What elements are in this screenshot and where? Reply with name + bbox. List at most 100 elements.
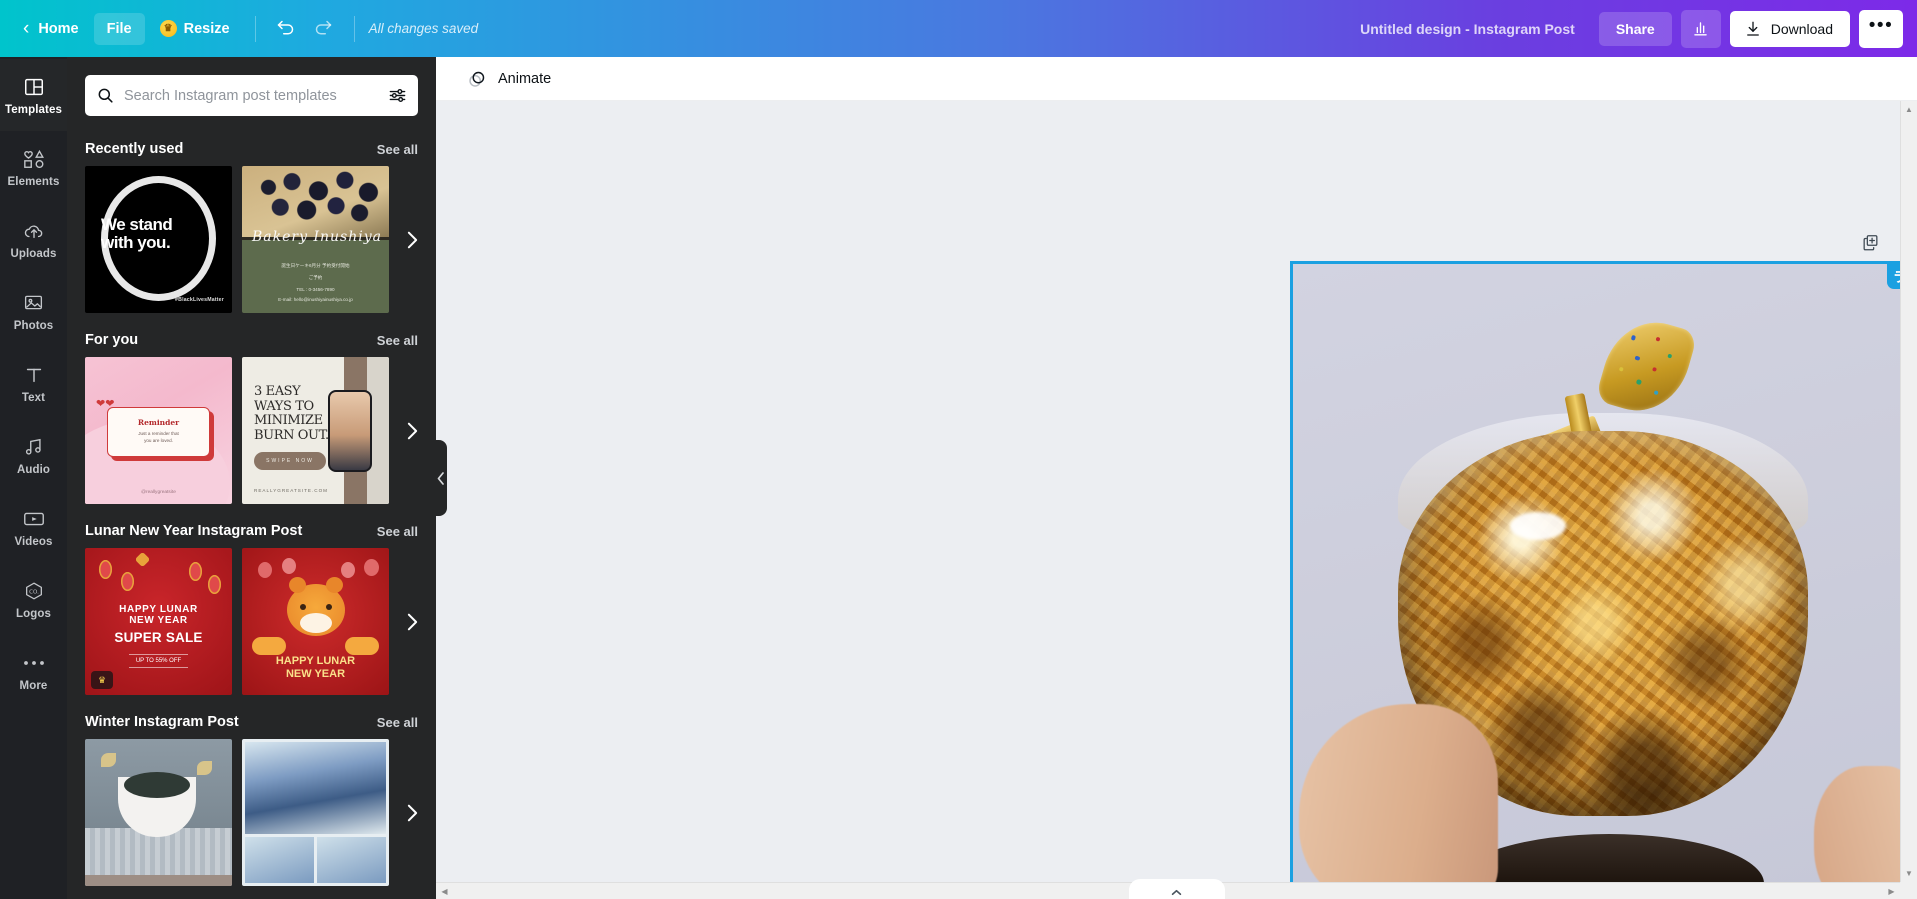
apple-leaf [1594, 310, 1698, 423]
template-thumb-bakery-inushiya[interactable]: Bakery Inushiya 誕生日ケーキ6月分 予約受付開始 ご予約 TEL… [242, 166, 389, 313]
sidebar-label-uploads: Uploads [10, 247, 57, 260]
thumb-sub: Just a reminder that you are loved. [108, 431, 209, 445]
see-all-winter[interactable]: See all [377, 715, 418, 730]
apple-highlight [1510, 512, 1566, 540]
sidebar-label-templates: Templates [5, 103, 62, 116]
next-arrow-lunar-new-year[interactable] [399, 602, 425, 642]
top-bar: ‹ Home File ♛ Resize All changes saved U… [0, 0, 1917, 57]
lantern-icon [258, 562, 272, 578]
home-button[interactable]: ‹ Home [10, 11, 92, 46]
thumb-jp4: E-mail: hello@inushiyainushiya.co.jp [278, 296, 353, 302]
template-thumb-winter-mountain-collage[interactable] [242, 739, 389, 886]
back-chevron-icon: ‹ [23, 18, 30, 39]
duplicate-page-icon [1863, 234, 1877, 250]
download-button[interactable]: Download [1729, 10, 1850, 47]
sidebar-item-more[interactable]: More [0, 635, 67, 707]
thumb-text: HAPPY LUNAR NEW YEAR SUPER SALE UP TO 55… [85, 604, 232, 668]
undo-button[interactable] [268, 11, 304, 47]
redo-button[interactable] [306, 11, 342, 47]
design-title-input[interactable]: Untitled design - Instagram Post [1349, 14, 1586, 44]
canvas-stage[interactable]: ラ + Add page [436, 101, 1900, 882]
thumb-l1: 3 EASY [254, 384, 301, 399]
canvas-vertical-scrollbar[interactable]: ▲ ▼ [1900, 101, 1917, 882]
search-input[interactable] [124, 87, 379, 104]
search-box[interactable] [85, 75, 418, 116]
save-status: All changes saved [368, 21, 479, 36]
section-title: For you [85, 332, 139, 348]
mountain-photo-row [245, 837, 386, 883]
design-page[interactable]: ラ [1290, 261, 1900, 882]
elements-icon [22, 147, 46, 171]
timeline-expand-tab[interactable] [1128, 879, 1225, 899]
coffee-surface [124, 772, 190, 798]
lantern-icon [208, 575, 221, 594]
duplicate-page-button[interactable] [1857, 229, 1883, 255]
vscroll-track[interactable] [1901, 118, 1917, 865]
thumb-l3: MINIMIZE [254, 413, 323, 429]
gem [1630, 335, 1637, 341]
resize-button[interactable]: ♛ Resize [147, 12, 243, 45]
svg-text:CO.: CO. [29, 589, 39, 595]
gem [1634, 355, 1641, 362]
template-thumb-lunar-super-sale[interactable]: HAPPY LUNAR NEW YEAR SUPER SALE UP TO 55… [85, 548, 232, 695]
filter-sliders-icon[interactable] [388, 86, 407, 105]
sidebar-label-elements: Elements [7, 175, 60, 188]
thumb-tag: #BlackLivesMatter [175, 297, 224, 303]
template-thumb-minimize-burn-out[interactable]: 3 EASY WAYS TO MINIMIZE BURN OUT. SWIPE … [242, 357, 389, 504]
see-all-recently-used[interactable]: See all [377, 142, 418, 157]
editor-body: Templates Elements Uploads Photos Text A… [0, 57, 1917, 899]
sidebar-item-photos[interactable]: Photos [0, 275, 67, 347]
template-thumb-lunar-tiger[interactable]: HAPPY LUNAR NEW YEAR [242, 548, 389, 695]
text-icon [23, 363, 45, 387]
sidebar-item-templates[interactable]: Templates [0, 59, 67, 131]
insights-button[interactable] [1680, 9, 1721, 48]
share-button[interactable]: Share [1598, 11, 1672, 46]
panel-scroll-area[interactable]: Recently used See all We stand with you. [67, 124, 436, 899]
thumb-l4: BURN OUT. [254, 428, 329, 444]
template-thumb-winter-coffee-mug[interactable] [85, 739, 232, 886]
next-arrow-for-you[interactable] [399, 411, 425, 451]
section-lunar-new-year: Lunar New Year Instagram Post See all HA… [67, 510, 436, 695]
sidebar-item-elements[interactable]: Elements [0, 131, 67, 203]
chevron-right-icon [407, 231, 417, 248]
panel-collapse-handle[interactable] [434, 440, 447, 516]
cloud-decor [252, 637, 286, 655]
hand-fingers [1299, 704, 1498, 882]
sidebar-item-logos[interactable]: CO. Logos [0, 563, 67, 635]
sidebar-item-videos[interactable]: Videos [0, 491, 67, 563]
scroll-right-arrow[interactable]: ▶ [1883, 883, 1900, 899]
scroll-left-arrow[interactable]: ◀ [436, 883, 453, 899]
lantern-icon [189, 562, 202, 581]
thumb-sub1: Just a reminder that [138, 431, 179, 436]
tiger-ear [288, 577, 306, 593]
scroll-up-arrow[interactable]: ▲ [1901, 101, 1917, 118]
sidebar-label-more: More [19, 679, 48, 692]
section-winter: Winter Instagram Post See all [67, 701, 436, 886]
section-for-you: For you See all ❤❤ Reminder Just a remin… [67, 319, 436, 504]
template-thumb-we-stand-with-you[interactable]: We stand with you. #BlackLivesMatter [85, 166, 232, 313]
ellipsis-icon [23, 651, 45, 675]
sidebar-item-audio[interactable]: Audio [0, 419, 67, 491]
phone-mockup [328, 390, 372, 472]
top-bar-right: Untitled design - Instagram Post Share D… [1349, 9, 1903, 48]
upload-cloud-icon [22, 219, 46, 243]
sidebar-item-text[interactable]: Text [0, 347, 67, 419]
sidebar-item-uploads[interactable]: Uploads [0, 203, 67, 275]
scroll-down-arrow[interactable]: ▼ [1901, 865, 1917, 882]
canva-editor: ‹ Home File ♛ Resize All changes saved U… [0, 0, 1917, 899]
templates-panel: Recently used See all We stand with you. [67, 57, 447, 899]
template-thumb-reminder-pink[interactable]: ❤❤ Reminder Just a reminder that you are… [85, 357, 232, 504]
page-lock-badge[interactable]: ラ [1887, 264, 1900, 289]
bottom-band [85, 875, 232, 886]
thumb-l4: UP TO 55% OFF [128, 654, 189, 668]
animate-button[interactable]: Animate [458, 63, 559, 95]
see-all-for-you[interactable]: See all [377, 333, 418, 348]
next-arrow-recently-used[interactable] [399, 220, 425, 260]
file-menu-button[interactable]: File [93, 12, 145, 45]
crown-icon: ♛ [159, 20, 177, 37]
more-options-button[interactable]: ••• [1859, 9, 1903, 48]
next-arrow-winter[interactable] [399, 793, 425, 833]
sidebar-label-photos: Photos [13, 319, 54, 332]
see-all-lunar-new-year[interactable]: See all [377, 524, 418, 539]
blueberry-photo [242, 166, 389, 237]
